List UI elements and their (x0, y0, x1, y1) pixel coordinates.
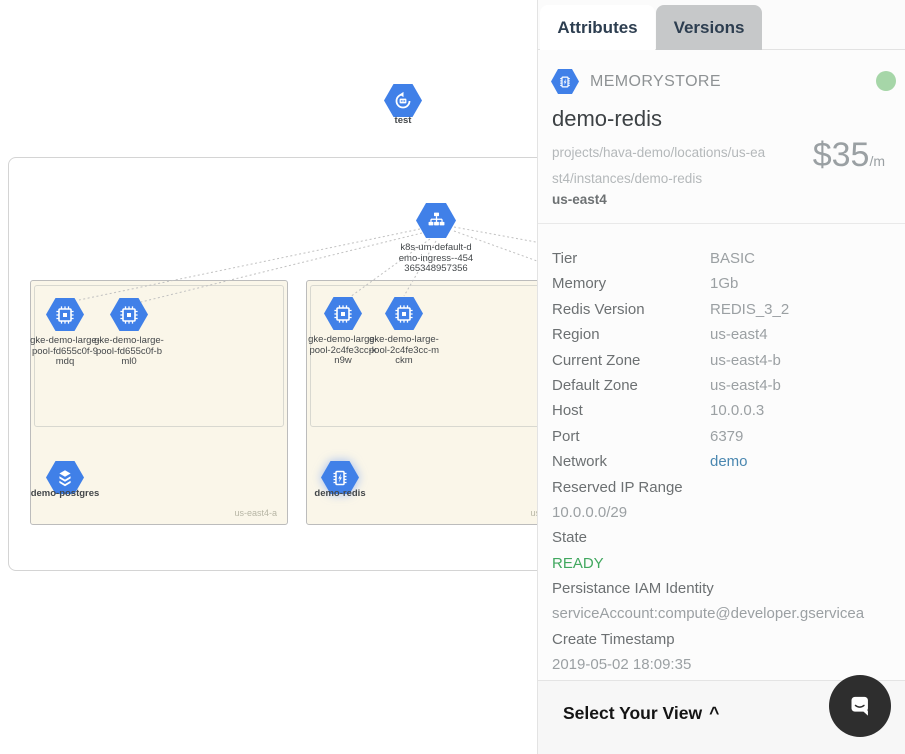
node-k8s-ingress[interactable] (416, 203, 456, 238)
compute-chip-icon (46, 298, 84, 331)
price-amount: $35 (813, 136, 870, 174)
resource-name: demo-redis (552, 106, 662, 132)
attribute-row: Default Zone us-east4-b (552, 373, 900, 398)
attribute-row: Port 6379 (552, 424, 900, 449)
memorystore-icon (551, 69, 579, 94)
node-gke-3[interactable] (324, 297, 362, 330)
panel-tab-bar: Attributes Versions (538, 0, 905, 50)
resource-path: projects/hava-demo/locations/us-ea st4/i… (552, 140, 765, 192)
compute-chip-icon (110, 298, 148, 331)
node-label: k8s-um-default-demo-ingress--45436534895… (398, 243, 474, 275)
zone-label: us-east4-a (234, 508, 277, 518)
attribute-value: 6379 (710, 424, 900, 449)
node-label: demo-redis (290, 489, 390, 500)
chat-launcher-button[interactable] (829, 675, 891, 737)
chevron-up-icon: ^ (709, 703, 719, 723)
load-balancer-icon (416, 203, 456, 238)
attribute-label: Region (552, 322, 710, 347)
resource-path-line: st4/instances/demo-redis (552, 166, 765, 192)
attribute-value: 2019-05-02 18:09:35 (552, 652, 900, 677)
attribute-value: 10.0.0.0/29 (552, 500, 900, 525)
green-status-dot (876, 71, 896, 91)
attribute-label: Reserved IP Range (552, 475, 900, 500)
attribute-row: Region us-east4 (552, 322, 900, 347)
divider (538, 223, 905, 224)
node-label: gke-demo-large-pool-fd655c0f-9mdq (29, 336, 101, 368)
attribute-label: Current Zone (552, 348, 710, 373)
tab-attributes[interactable]: Attributes (540, 5, 655, 50)
node-gke-4[interactable] (385, 297, 423, 330)
node-label: gke-demo-large-pool-2c4fe3cc-mckm (368, 335, 440, 367)
attribute-label: Memory (552, 271, 710, 296)
attribute-label: Persistance IAM Identity (552, 576, 900, 601)
dns-icon (384, 84, 422, 117)
node-test[interactable] (384, 84, 422, 117)
attribute-row: Network demo (552, 449, 900, 474)
node-label: test (363, 116, 443, 127)
attribute-row: Current Zone us-east4-b (552, 348, 900, 373)
attribute-value: BASIC (710, 246, 900, 271)
tab-versions[interactable]: Versions (656, 5, 762, 50)
resource-type-label: MEMORYSTORE (590, 69, 721, 94)
attribute-label: Network (552, 449, 710, 474)
compute-chip-icon (324, 297, 362, 330)
network-link[interactable]: demo (710, 449, 900, 474)
attribute-label: Default Zone (552, 373, 710, 398)
attribute-value: us-east4-b (710, 373, 900, 398)
attribute-label: Host (552, 398, 710, 423)
attribute-row: Memory 1Gb (552, 271, 900, 296)
resource-path-line: projects/hava-demo/locations/us-ea (552, 140, 765, 166)
chat-bubble-icon (843, 689, 877, 723)
attribute-label: Port (552, 424, 710, 449)
attributes-panel: Attributes Versions MEMORYSTORE demo-red… (537, 0, 905, 754)
compute-chip-icon (385, 297, 423, 330)
node-gke-1[interactable] (46, 298, 84, 331)
resource-region: us-east4 (552, 192, 607, 207)
attribute-row: Tier BASIC (552, 246, 900, 271)
attribute-list: Tier BASIC Memory 1Gb Redis Version REDI… (552, 246, 900, 678)
attribute-label: Redis Version (552, 297, 710, 322)
attribute-value: us-east4-b (710, 348, 900, 373)
attribute-row: Host 10.0.0.3 (552, 398, 900, 423)
price-unit: /m (869, 153, 885, 169)
state-ready-value: READY (552, 551, 900, 576)
node-gke-2[interactable] (110, 298, 148, 331)
attribute-value: 1Gb (710, 271, 900, 296)
attribute-label: Create Timestamp (552, 627, 900, 652)
footer-label-text: Select Your View (563, 703, 702, 723)
attribute-label: State (552, 525, 900, 550)
attribute-value: us-east4 (710, 322, 900, 347)
attribute-row: Redis Version REDIS_3_2 (552, 297, 900, 322)
attribute-value: REDIS_3_2 (710, 297, 900, 322)
attribute-value: serviceAccount:compute@developer.gservic… (552, 601, 900, 626)
attribute-value: 10.0.0.3 (710, 398, 900, 423)
attribute-label: Tier (552, 246, 710, 271)
node-label: demo-postgres (15, 489, 115, 500)
node-label: gke-demo-large-pool-fd655c0f-bml0 (93, 336, 165, 368)
monthly-price: $35/m (813, 136, 885, 175)
